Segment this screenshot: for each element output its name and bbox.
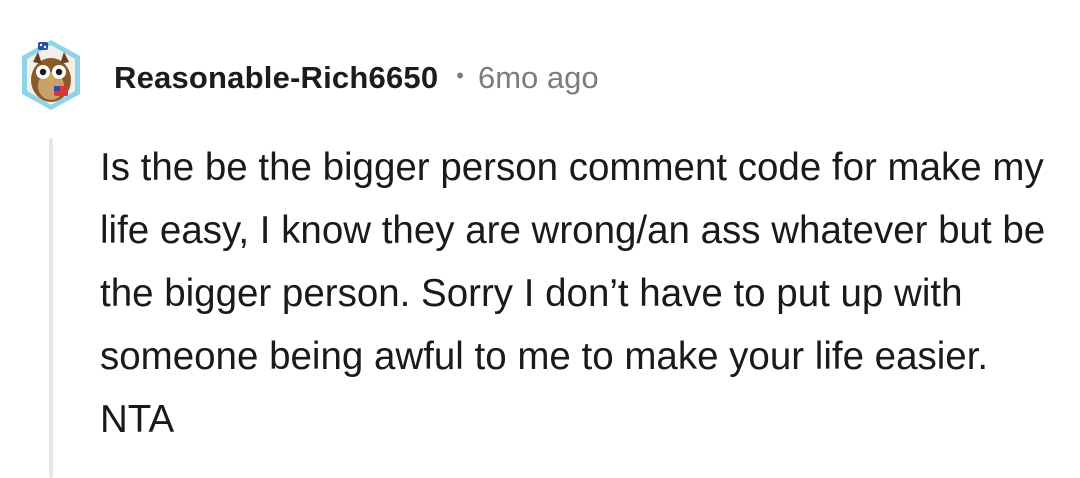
user-avatar[interactable] (18, 36, 84, 114)
owl-avatar-icon (22, 40, 80, 110)
comment-meta: Reasonable-Rich6650 • 6mo ago (114, 56, 599, 100)
meta-separator: • (456, 63, 464, 88)
thread-collapse-line[interactable] (49, 138, 53, 478)
comment-body: Is the be the bigger person comment code… (100, 146, 1046, 441)
author-username[interactable]: Reasonable-Rich6650 (114, 60, 438, 96)
comment-timestamp[interactable]: 6mo ago (478, 60, 599, 96)
comment: Reasonable-Rich6650 • 6mo ago Is the be … (0, 0, 1080, 478)
